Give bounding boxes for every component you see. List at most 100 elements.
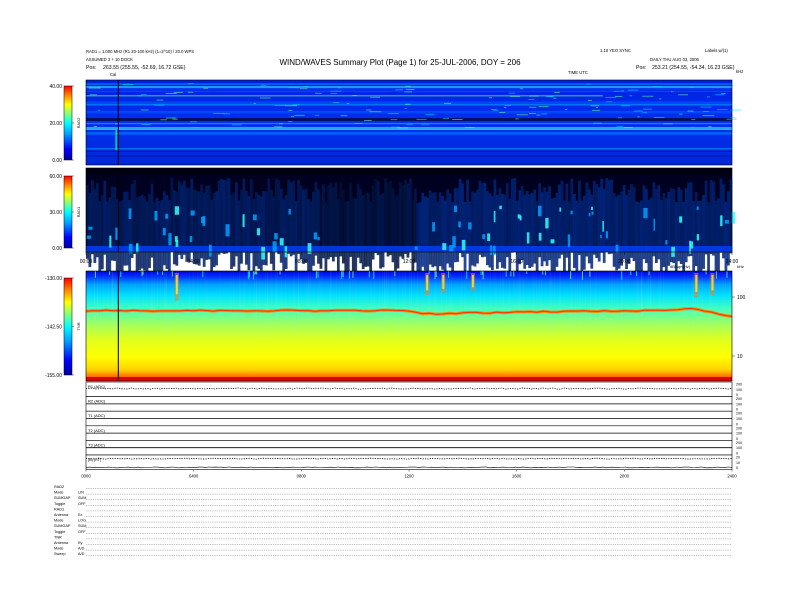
- tnr-streak: [331, 271, 333, 327]
- rad2-dash: [642, 112, 648, 114]
- rad1-streak: [495, 194, 499, 269]
- rad2-dash: [628, 89, 639, 91]
- rad1-burst: [559, 207, 562, 212]
- tnr-streak: [350, 271, 351, 329]
- rad1-burst: [87, 235, 91, 239]
- tnr-colorbar-tick: -142.50: [45, 325, 62, 331]
- tnr-top-tick: [352, 271, 354, 278]
- tnr-streak: [86, 271, 88, 339]
- tnr-streak: [399, 271, 400, 339]
- tnr-streak: [708, 271, 710, 335]
- header-left-line1: RAD1 = 1.000 MHz (R1 20-100 kHz) (1=2^10…: [86, 49, 194, 54]
- tnr-streak: [637, 271, 638, 329]
- tnr-streak: [692, 271, 694, 339]
- rad1-streak: [488, 193, 492, 268]
- tnr-streak: [434, 271, 436, 327]
- tnr-streak: [636, 271, 637, 341]
- rad1-streak: [341, 189, 345, 264]
- tnr-streak: [559, 271, 560, 314]
- rad2-dash: [140, 109, 149, 111]
- rad1-streak: [220, 178, 223, 253]
- rad2-dash: [406, 123, 414, 125]
- rad2-dash: [370, 96, 381, 98]
- rad1-streak: [486, 191, 489, 266]
- rad1-x-tick: 16:00: [510, 259, 523, 265]
- tnr-top-tick: [434, 271, 436, 279]
- tnr-streak: [192, 271, 194, 327]
- header-right-line1: 1.10 YEO SYNC: [600, 48, 631, 53]
- tnr-top-tick: [256, 271, 258, 275]
- rad1-streak: [463, 201, 467, 276]
- tnr-streak: [502, 271, 503, 324]
- rad2-colorbar-tick: 0.00: [52, 158, 62, 164]
- rad2-dash: [165, 117, 175, 119]
- rad1-streak: [100, 195, 104, 270]
- tnr-top-tick: [630, 271, 632, 275]
- rad2-dash: [387, 113, 399, 114]
- rad1-burst: [432, 222, 435, 232]
- tnr-name-label: TNR: [76, 322, 81, 330]
- rad2-dash: [97, 109, 101, 111]
- rad2-dash: [515, 118, 519, 120]
- rad2-dash: [528, 113, 536, 115]
- rad1-name-label: RAD1: [76, 206, 81, 217]
- rad2-dash: [585, 83, 591, 85]
- rad1-burst: [653, 218, 656, 231]
- rad2-colorbar-tick: 40.00: [49, 84, 62, 90]
- tnr-streak: [628, 271, 630, 327]
- rad2-dash: [678, 94, 688, 96]
- rad2-dash: [404, 91, 413, 93]
- tnr-streak: [379, 271, 380, 327]
- rad1-streak: [679, 190, 683, 265]
- rad1-streak: [108, 197, 112, 272]
- tnr-streak: [242, 271, 244, 315]
- rad1-burst: [88, 226, 93, 230]
- rad2-dash: [190, 121, 198, 123]
- tnr-streak: [648, 271, 650, 340]
- rad2-dash: [564, 109, 568, 110]
- rad1-streak: [525, 190, 529, 265]
- rad2-dash: [653, 117, 665, 118]
- tnr-streak: [244, 271, 245, 334]
- tnr-streak: [464, 271, 465, 318]
- rad1-streak: [210, 200, 214, 275]
- rad2-band: [86, 150, 732, 152]
- rad2-band: [86, 102, 732, 104]
- rad1-x-tick: 04:00: [187, 259, 200, 265]
- hk-panel-label: T1 (ADC): [88, 413, 106, 418]
- tnr-streak: [598, 271, 600, 325]
- tnr-streak: [393, 271, 395, 328]
- rad2-dash: [137, 95, 142, 97]
- hk-right-tick: 200: [736, 426, 742, 430]
- rad2-dash: [538, 106, 549, 108]
- rad1-streak: [366, 192, 370, 267]
- header-right-pos: 253.21 (254.55, -54.34, 16.23 GSE): [652, 65, 735, 71]
- rad1-streak: [702, 194, 705, 269]
- rad2-dash: [702, 115, 715, 117]
- rad2-dash: [172, 118, 178, 120]
- tnr-streak: [610, 271, 612, 341]
- rad1-streak: [232, 192, 236, 267]
- rad2-dash: [663, 123, 673, 125]
- rad1-burst: [696, 234, 700, 241]
- tnr-streak: [100, 271, 101, 340]
- tnr-streak: [413, 271, 415, 315]
- rad2-dash: [404, 107, 407, 109]
- rad2-dash: [529, 106, 537, 108]
- tnr-streak: [622, 271, 623, 340]
- tnr-top-tick: [505, 271, 507, 277]
- tnr-streak: [115, 271, 116, 337]
- rad2-dash: [443, 103, 452, 104]
- rad1-streak: [436, 201, 440, 276]
- rad2-dash: [160, 119, 167, 121]
- setting-label: Toggle: [54, 530, 65, 534]
- rad2-band: [86, 132, 732, 134]
- rad1-streak: [269, 189, 273, 264]
- tnr-streak: [590, 271, 591, 322]
- rad1-streak: [533, 189, 537, 264]
- rad1-burst: [252, 214, 257, 221]
- tnr-streak: [308, 271, 310, 314]
- rad2-dash: [587, 100, 593, 101]
- rad1-panel: 0.00 30.00 60.00 RAD1 00:00 04:00 08:00 12:00 16…: [49, 167, 738, 277]
- rad2-dash: [203, 87, 209, 89]
